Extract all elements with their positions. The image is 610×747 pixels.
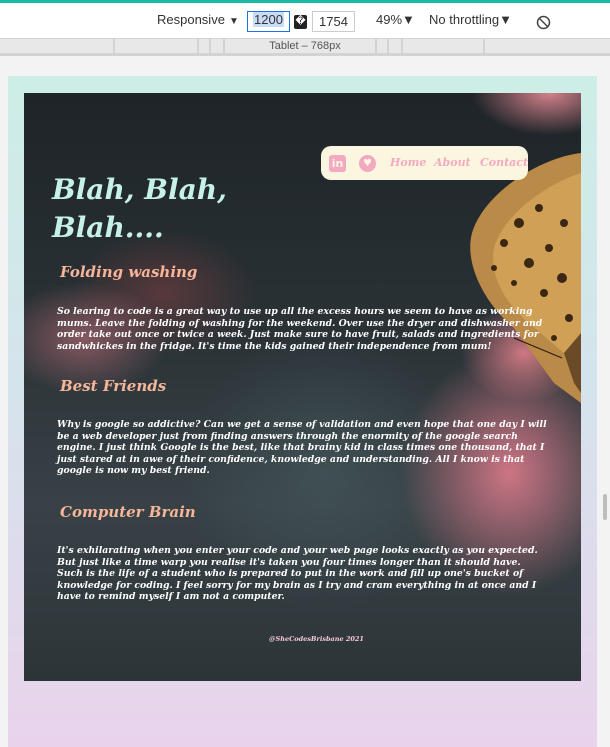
- nav-link-contact[interactable]: Contact: [480, 156, 528, 169]
- hero-section: in ♥ Home About Contact Blah, Blah, Blah…: [24, 93, 581, 681]
- heart-icon[interactable]: ♥: [359, 155, 376, 172]
- dimension-separator-icon: �: [294, 15, 307, 29]
- page-background: in ♥ Home About Contact Blah, Blah, Blah…: [8, 76, 597, 747]
- throttling-label: No throttling: [429, 12, 500, 27]
- device-toolbar: Responsive ▼ 1200 � 1754 49%▼ No throttli…: [0, 0, 610, 38]
- zoom-select[interactable]: 49%▼: [376, 12, 415, 27]
- section-paragraph: So learing to code is a great way to use…: [57, 306, 543, 352]
- section-heading: Computer Brain: [60, 503, 196, 521]
- device-select[interactable]: Responsive ▼: [157, 12, 239, 27]
- breakpoint-label: Tablet – 768px: [269, 40, 341, 52]
- chevron-down-icon: ▼: [228, 16, 239, 27]
- chevron-down-icon: ▼: [402, 12, 415, 27]
- media-query-ruler[interactable]: Tablet – 768px: [0, 38, 610, 56]
- site-title: Blah, Blah, Blah....: [52, 173, 227, 244]
- width-input[interactable]: 1200: [247, 11, 290, 32]
- device-label: Responsive: [157, 12, 225, 27]
- chevron-down-icon: ▼: [499, 12, 512, 27]
- emulated-viewport: in ♥ Home About Contact Blah, Blah, Blah…: [0, 56, 610, 747]
- butterfly-image: [470, 153, 581, 403]
- throttling-select[interactable]: No throttling▼: [429, 12, 512, 27]
- nav-link-home[interactable]: Home: [390, 156, 426, 169]
- section-paragraph: Why is google so addictive? Can we get a…: [57, 419, 547, 476]
- scrollbar-thumb[interactable]: [603, 494, 607, 520]
- linkedin-icon[interactable]: in: [329, 155, 346, 172]
- rotate-icon[interactable]: [536, 15, 551, 30]
- footer-credit: @SheCodesBrisbane 2021: [269, 635, 364, 643]
- section-paragraph: It's exhilarating when you enter your co…: [57, 545, 538, 602]
- nav-link-about[interactable]: About: [434, 156, 471, 169]
- section-heading: Best Friends: [60, 377, 167, 395]
- height-input[interactable]: 1754: [312, 11, 355, 32]
- width-value: 1200: [253, 12, 284, 27]
- nav-bar: in ♥ Home About Contact: [321, 146, 528, 180]
- section-heading: Folding washing: [60, 263, 198, 281]
- zoom-label: 49%: [376, 12, 403, 27]
